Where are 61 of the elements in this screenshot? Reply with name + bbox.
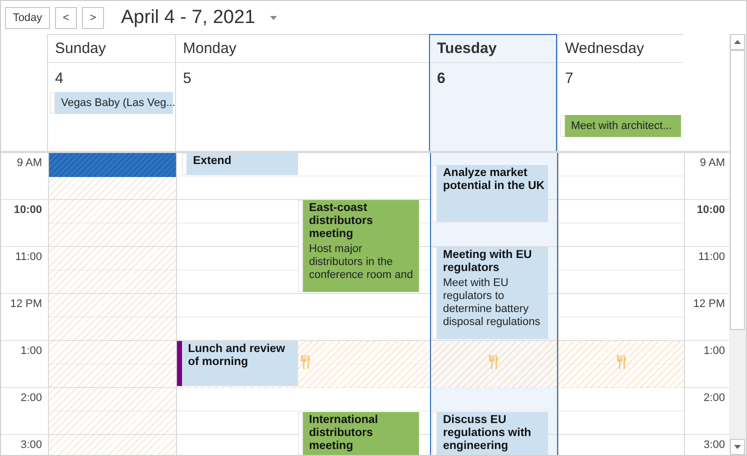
day-name: Tuesday: [437, 40, 497, 57]
appointment-title: Analyze market potential in the UK: [443, 166, 545, 193]
day-header[interactable]: Wednesday 7 Meet with architect...: [557, 34, 683, 151]
appointment-description: Meet with EU regulators to determine battery disposal regulations: [443, 277, 542, 329]
appointment[interactable]: Discuss EU regulations with engineering: [432, 412, 548, 455]
time-label: 10:00: [696, 204, 725, 216]
time-label: 10:00: [14, 204, 42, 216]
scroll-up-button[interactable]: [730, 34, 745, 50]
appointment-title: Lunch and review of morning: [188, 343, 286, 369]
appointment-title: Discuss EU regulations with engineering: [443, 414, 532, 452]
all-day-event[interactable]: Meet with architect...: [560, 115, 681, 137]
day-name: Wednesday: [565, 40, 644, 57]
selected-cell[interactable]: [49, 153, 176, 176]
day-header[interactable]: Monday 5: [175, 34, 429, 151]
day-header[interactable]: Sunday 4 Vegas Baby (Las Veg...: [47, 34, 175, 151]
all-day-event[interactable]: Vegas Baby (Las Veg...: [50, 92, 173, 114]
appointment[interactable]: East-coast distributors meeting Host major distributors in the conference room and: [298, 200, 419, 292]
day-date: 6: [437, 70, 446, 87]
time-label: 3:00: [704, 439, 725, 451]
time-label: 3:00: [20, 439, 42, 451]
time-label: 11:00: [15, 251, 42, 263]
day-date: 5: [183, 70, 192, 87]
fork-knife-icon: [616, 355, 626, 369]
next-button[interactable]: >: [82, 6, 104, 28]
appointment-title: East-coast distributors meeting: [309, 202, 374, 241]
date-range-title[interactable]: April 4 - 7, 2021: [121, 6, 256, 28]
time-label: 11:00: [698, 251, 725, 263]
appointment[interactable]: Analyze market potential in the UK: [432, 164, 548, 222]
previous-button[interactable]: <: [55, 6, 77, 28]
time-label: 2:00: [20, 392, 42, 404]
appointment-description: Host major distributors in the conference room and: [309, 243, 414, 282]
time-label: 1:00: [704, 345, 725, 357]
fork-knife-icon: [300, 355, 311, 369]
fork-knife-icon: [488, 355, 499, 369]
time-label: 12 PM: [693, 298, 725, 310]
appointment[interactable]: Meeting with EU regulators Meet with EU regulators to determine battery disposal regulations: [432, 247, 548, 339]
time-label: 9 AM: [700, 157, 725, 169]
appointment-title: Extend: [193, 155, 232, 168]
down-arrow-icon: [734, 445, 741, 449]
day-name: Monday: [183, 40, 236, 57]
day-date: 7: [565, 70, 574, 87]
day-name: Sunday: [55, 40, 106, 57]
day-column[interactable]: Extend East-coast distributors meeting Host major distributors in the conference room and Lunch and review of morning International distributors meeting: [176, 153, 430, 455]
scrollbar[interactable]: [729, 34, 746, 455]
appointment[interactable]: Lunch and review of morning: [177, 341, 298, 386]
appointment[interactable]: International distributors meeting: [298, 412, 419, 455]
appointment-title: Meeting with EU regulators: [443, 249, 533, 275]
time-label: 1:00: [20, 345, 42, 357]
day-column[interactable]: Analyze market potential in the UK Meeting with EU regulators Meet with EU regulators to determine battery disposal regulations Discuss EU regulations with engineering: [430, 153, 558, 455]
caret-icon[interactable]: [270, 16, 278, 20]
time-label: 2:00: [704, 392, 725, 404]
time-label: 9 AM: [16, 157, 42, 169]
appointment[interactable]: Extend: [182, 153, 298, 174]
scroll-thumb[interactable]: [730, 50, 745, 330]
scroll-down-button[interactable]: [730, 439, 745, 455]
appointment-title: International distributors meeting: [309, 414, 380, 452]
day-header[interactable]: Tuesday 6: [429, 34, 557, 151]
day-date: 4: [55, 70, 64, 87]
time-label: 12 PM: [10, 298, 42, 310]
up-arrow-icon: [734, 40, 741, 44]
today-button[interactable]: Today: [5, 6, 50, 28]
